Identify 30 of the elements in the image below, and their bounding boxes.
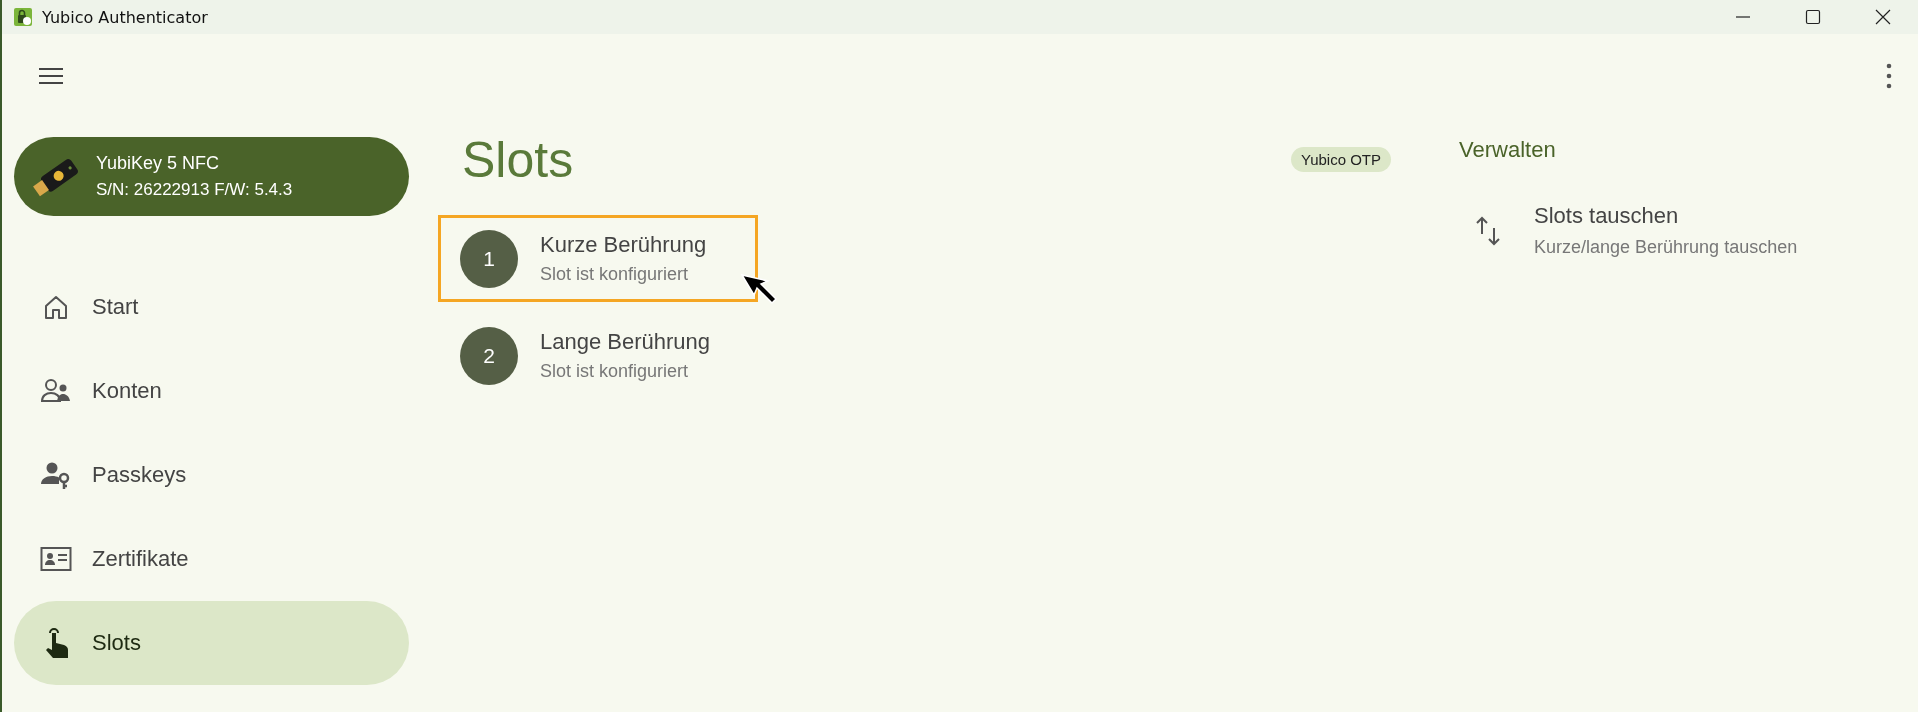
slot-title: Lange Berührung — [540, 329, 711, 355]
people-icon — [40, 377, 72, 405]
section-heading: Verwalten — [1459, 137, 1557, 163]
menu-icon — [38, 67, 64, 85]
nav-item[interactable]: Zertifikate — [14, 517, 409, 601]
page-title: Slots — [462, 131, 574, 190]
person-key-icon — [40, 460, 72, 490]
maximize-icon — [1805, 9, 1821, 25]
nav-item[interactable]: Konten — [14, 349, 409, 433]
slot-status: Slot ist konfiguriert — [540, 264, 690, 285]
device-name: YubiKey 5 NFC — [96, 153, 221, 174]
app-logo-icon — [14, 8, 32, 26]
slot-status: Slot ist konfiguriert — [540, 361, 690, 382]
swap-icon — [1475, 215, 1501, 246]
nav-item[interactable]: Start — [14, 265, 409, 349]
nav-item[interactable]: Passkeys — [14, 433, 409, 517]
slot-number: 1 — [460, 229, 518, 288]
id-card-icon — [40, 546, 72, 572]
more-icon — [1886, 63, 1892, 89]
slot-item[interactable]: 2 Lange Berührung Slot ist konfiguriert — [438, 312, 758, 399]
device-info: S/N: 26222913 F/W: 5.4.3 — [96, 180, 293, 200]
close-icon — [1875, 9, 1891, 25]
slot-title: Kurze Berührung — [540, 232, 707, 258]
protocol-badge: Yubico OTP — [1290, 147, 1391, 172]
device-card[interactable]: YubiKey 5 NFC S/N: 26222913 F/W: 5.4.3 — [14, 137, 409, 216]
slot-number: 2 — [460, 326, 518, 385]
nav-item[interactable]: Slots — [14, 601, 409, 685]
swap-slots-action[interactable]: Slots tauschen Kurze/lange Berührung tauschen — [1459, 163, 1918, 258]
minimize-icon — [1735, 16, 1751, 18]
window-title: Yubico Authenticator — [42, 7, 208, 27]
